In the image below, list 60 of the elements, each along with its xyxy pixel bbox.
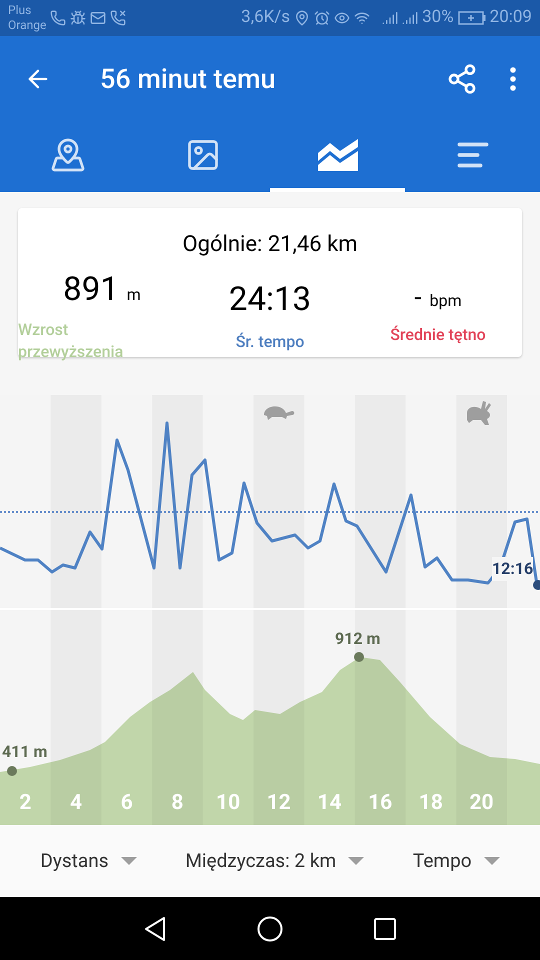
eye-icon bbox=[334, 10, 350, 26]
clock: 20:09 bbox=[490, 6, 532, 30]
dropdown[interactable]: Międzyczas: 2 km bbox=[185, 846, 364, 876]
mail-icon bbox=[90, 10, 106, 26]
distance-tick-label: 10 bbox=[215, 790, 242, 816]
max-elevation-point bbox=[354, 652, 364, 662]
stat-label: Wzrost przewyższenia bbox=[18, 318, 124, 362]
wifi-icon bbox=[354, 10, 370, 26]
signal-icon bbox=[402, 10, 418, 26]
home-nav-button[interactable] bbox=[257, 916, 283, 942]
dropdown[interactable]: Tempo bbox=[412, 846, 500, 876]
menu-button[interactable] bbox=[510, 67, 516, 91]
current-pace-label: 12:16 bbox=[492, 557, 534, 581]
more-icon bbox=[510, 67, 516, 91]
share-button[interactable] bbox=[446, 63, 478, 95]
stat-label: Śr. tempo bbox=[236, 330, 304, 352]
distance-tick-label: 20 bbox=[468, 790, 495, 816]
page-title: 56 minut temu bbox=[100, 62, 276, 97]
back-triangle-icon bbox=[143, 916, 167, 942]
stat-label: Średnie tętno bbox=[390, 324, 486, 346]
min-elevation-point bbox=[7, 766, 17, 776]
recents-nav-button[interactable] bbox=[373, 916, 397, 940]
distance-tick-label: 4 bbox=[69, 790, 84, 816]
distance-tick-label: 18 bbox=[418, 790, 444, 816]
battery-percent: 30% bbox=[422, 6, 454, 30]
location-icon bbox=[294, 10, 310, 26]
min-elevation-label: 411 m bbox=[2, 741, 48, 763]
signal-icon bbox=[382, 10, 398, 26]
stat-unit: m bbox=[126, 284, 141, 306]
distance-tick-label: 12 bbox=[266, 790, 292, 816]
phone-icon bbox=[50, 10, 66, 26]
current-point bbox=[533, 580, 540, 590]
alarm-icon bbox=[314, 10, 330, 26]
stat-value: 24:13 bbox=[228, 279, 312, 321]
map-icon bbox=[50, 137, 86, 173]
back-nav-button[interactable] bbox=[143, 916, 167, 942]
carrier-name: Orange bbox=[8, 18, 46, 33]
distance-tick-label: 16 bbox=[367, 790, 394, 816]
stat-value: - bbox=[414, 282, 422, 315]
caret-icon bbox=[484, 857, 500, 865]
max-elevation-label: 912 m bbox=[335, 628, 380, 650]
home-circle-icon bbox=[257, 916, 283, 942]
stat-value: 891 bbox=[63, 269, 119, 311]
total-distance: Ogólnie: 21,46 km bbox=[182, 231, 358, 259]
distance-tick-label: 6 bbox=[120, 790, 134, 816]
stat-unit: bpm bbox=[430, 290, 462, 312]
distance-tick-label: 2 bbox=[18, 790, 32, 816]
bug-icon bbox=[70, 10, 86, 26]
battery-icon bbox=[458, 11, 486, 25]
caret-icon bbox=[120, 857, 137, 865]
carrier-name: Plus bbox=[8, 3, 32, 18]
share-icon bbox=[446, 63, 478, 95]
missed-call-icon bbox=[110, 10, 126, 26]
distance-tick-label: 8 bbox=[170, 790, 184, 816]
network-speed: 3,6K/s bbox=[241, 6, 290, 30]
chart-icon bbox=[318, 139, 358, 171]
caret-icon bbox=[348, 857, 364, 865]
dropdown[interactable]: Dystans bbox=[40, 846, 137, 876]
recents-square-icon bbox=[373, 916, 397, 940]
distance-tick-label: 14 bbox=[316, 790, 343, 816]
